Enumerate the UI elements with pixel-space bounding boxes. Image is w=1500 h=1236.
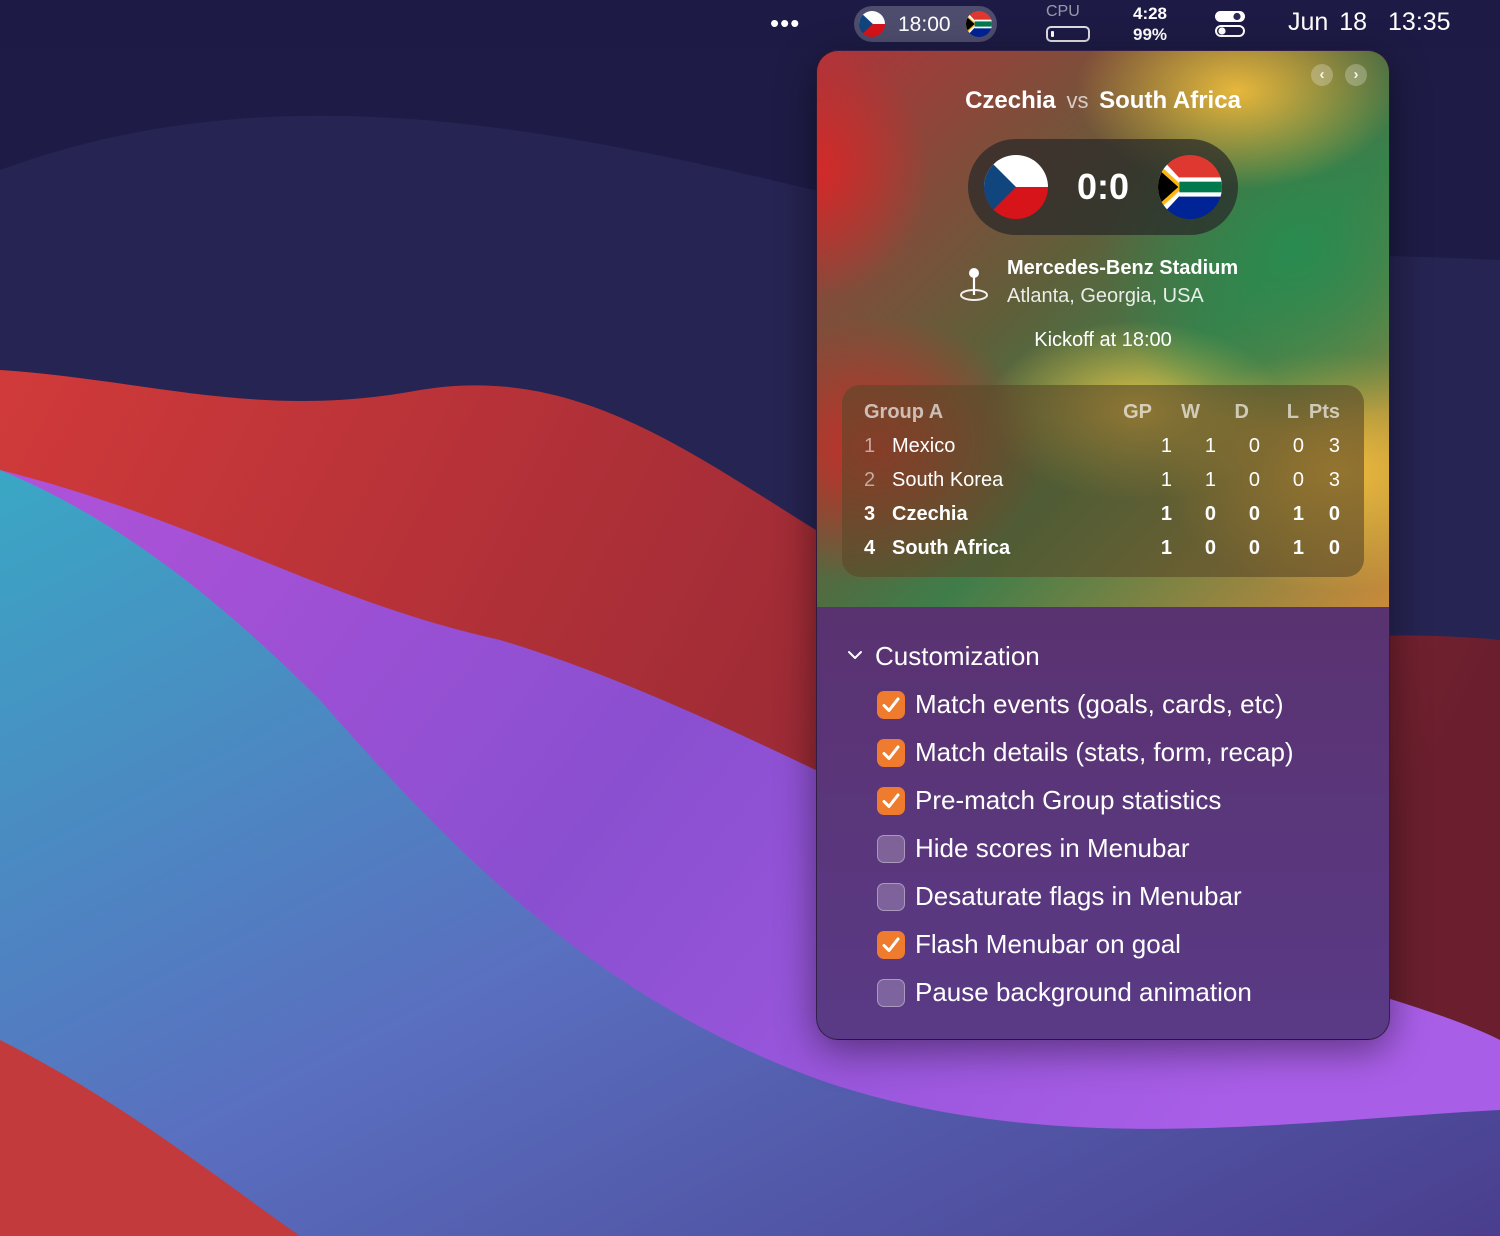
- row-w: 1: [1204, 469, 1216, 491]
- match-popover: ‹ › Czechia vs South Africa 0:0 Mercedes…: [816, 50, 1390, 1040]
- checkbox-checked[interactable]: [877, 787, 905, 815]
- option-label: Flash Menubar on goal: [915, 929, 1181, 959]
- menubar-time: 13:35: [1388, 8, 1451, 36]
- home-team-name: Czechia: [965, 87, 1056, 114]
- customization-title[interactable]: Customization: [875, 641, 1040, 672]
- czech-flag-icon: [859, 11, 885, 37]
- vs-label: vs: [1066, 88, 1089, 113]
- header-pts: Pts: [1308, 401, 1340, 423]
- group-title: Group A: [864, 401, 944, 423]
- menubar-match-time: 18:00: [898, 13, 951, 36]
- checkmark-icon: [882, 937, 900, 952]
- row-gp: 1: [1160, 503, 1172, 525]
- row-d: 0: [1248, 435, 1260, 457]
- header-l: L: [1286, 401, 1299, 423]
- option-label: Hide scores in Menubar: [915, 833, 1190, 863]
- battery-time: 4:28: [1132, 4, 1168, 23]
- control-center-icon[interactable]: [1214, 10, 1246, 38]
- cpu-usage-bar[interactable]: [1046, 26, 1090, 42]
- kickoff-time: Kickoff at 18:00: [1034, 329, 1172, 351]
- row-w: 0: [1204, 537, 1216, 559]
- option-label: Match details (stats, form, recap): [915, 737, 1294, 767]
- option-label: Pre-match Group statistics: [915, 785, 1222, 815]
- option-label: Pause background animation: [915, 977, 1252, 1007]
- row-d: 0: [1248, 503, 1260, 525]
- row-rank: 4: [864, 537, 876, 559]
- scoreboard: 0:0: [968, 139, 1238, 235]
- cpu-usage-fill: [1051, 31, 1054, 37]
- row-team: South Africa: [892, 537, 1011, 559]
- row-rank: 1: [864, 435, 876, 457]
- location-pin-icon: [960, 268, 988, 301]
- checkbox-checked[interactable]: [877, 691, 905, 719]
- row-l: 0: [1292, 469, 1304, 491]
- row-team: Mexico: [892, 435, 956, 457]
- table-row: 1 Mexico 1 1 0 0 3: [842, 435, 1364, 465]
- menubar-date: Jun 18: [1288, 8, 1368, 36]
- row-pts: 3: [1328, 435, 1340, 457]
- checkbox-unchecked[interactable]: [877, 883, 905, 911]
- match-hero: ‹ › Czechia vs South Africa 0:0 Mercedes…: [817, 51, 1389, 607]
- battery-status[interactable]: 4:28 99%: [1128, 3, 1172, 45]
- table-row: 3 Czechia 1 0 0 1 0: [842, 503, 1364, 533]
- match-title: Czechia vs South Africa: [817, 87, 1389, 115]
- chevron-down-icon[interactable]: [847, 647, 863, 663]
- checkmark-icon: [882, 793, 900, 808]
- checkbox-checked[interactable]: [877, 739, 905, 767]
- header-d: D: [1234, 401, 1249, 423]
- menu-bar: ••• 18:00 CPU 4:28 99% Jun 18 13:35: [0, 0, 1500, 48]
- table-row: 4 South Africa 1 0 0 1 0: [842, 537, 1364, 567]
- checkbox-checked[interactable]: [877, 931, 905, 959]
- row-w: 0: [1204, 503, 1216, 525]
- row-d: 0: [1248, 469, 1260, 491]
- row-l: 1: [1292, 503, 1304, 525]
- menubar-clock[interactable]: Jun 18 13:35: [1288, 8, 1451, 37]
- row-rank: 3: [864, 503, 876, 525]
- table-row: 2 South Korea 1 1 0 0 3: [842, 469, 1364, 499]
- row-pts: 3: [1328, 469, 1340, 491]
- row-pts: 0: [1328, 503, 1340, 525]
- row-gp: 1: [1160, 469, 1172, 491]
- south-africa-flag-icon: [1158, 155, 1222, 219]
- row-team: Czechia: [892, 503, 968, 525]
- table-header: Group A GP W D L Pts: [842, 401, 1364, 431]
- checkmark-icon: [882, 745, 900, 760]
- checkmark-icon: [882, 697, 900, 712]
- row-rank: 2: [864, 469, 876, 491]
- more-menu-icon[interactable]: •••: [770, 8, 800, 38]
- customization-section: Customization Match events (goals, cards…: [817, 607, 1389, 1039]
- cpu-label: CPU: [1046, 3, 1080, 20]
- next-match-button[interactable]: ›: [1345, 64, 1367, 86]
- row-l: 1: [1292, 537, 1304, 559]
- option-label: Match events (goals, cards, etc): [915, 689, 1284, 719]
- checkbox-unchecked[interactable]: [877, 835, 905, 863]
- battery-percent: 99%: [1132, 25, 1168, 44]
- row-gp: 1: [1160, 435, 1172, 457]
- row-d: 0: [1248, 537, 1260, 559]
- checkbox-unchecked[interactable]: [877, 979, 905, 1007]
- row-team: South Korea: [892, 469, 1004, 491]
- row-pts: 0: [1328, 537, 1340, 559]
- venue-location: Atlanta, Georgia, USA: [1007, 285, 1204, 307]
- south-africa-flag-icon: [966, 11, 992, 37]
- option-label: Desaturate flags in Menubar: [915, 881, 1242, 911]
- away-team-name: South Africa: [1099, 87, 1241, 114]
- header-w: W: [1181, 401, 1200, 423]
- row-gp: 1: [1160, 537, 1172, 559]
- menubar-match-item[interactable]: 18:00: [854, 6, 997, 42]
- row-w: 1: [1204, 435, 1216, 457]
- header-gp: GP: [1123, 401, 1152, 423]
- row-l: 0: [1292, 435, 1304, 457]
- venue-name: Mercedes-Benz Stadium: [1007, 257, 1239, 279]
- previous-match-button[interactable]: ‹: [1311, 64, 1333, 86]
- group-standings-table: Group A GP W D L Pts 1 Mexico 1 1 0 0 3 …: [842, 385, 1364, 577]
